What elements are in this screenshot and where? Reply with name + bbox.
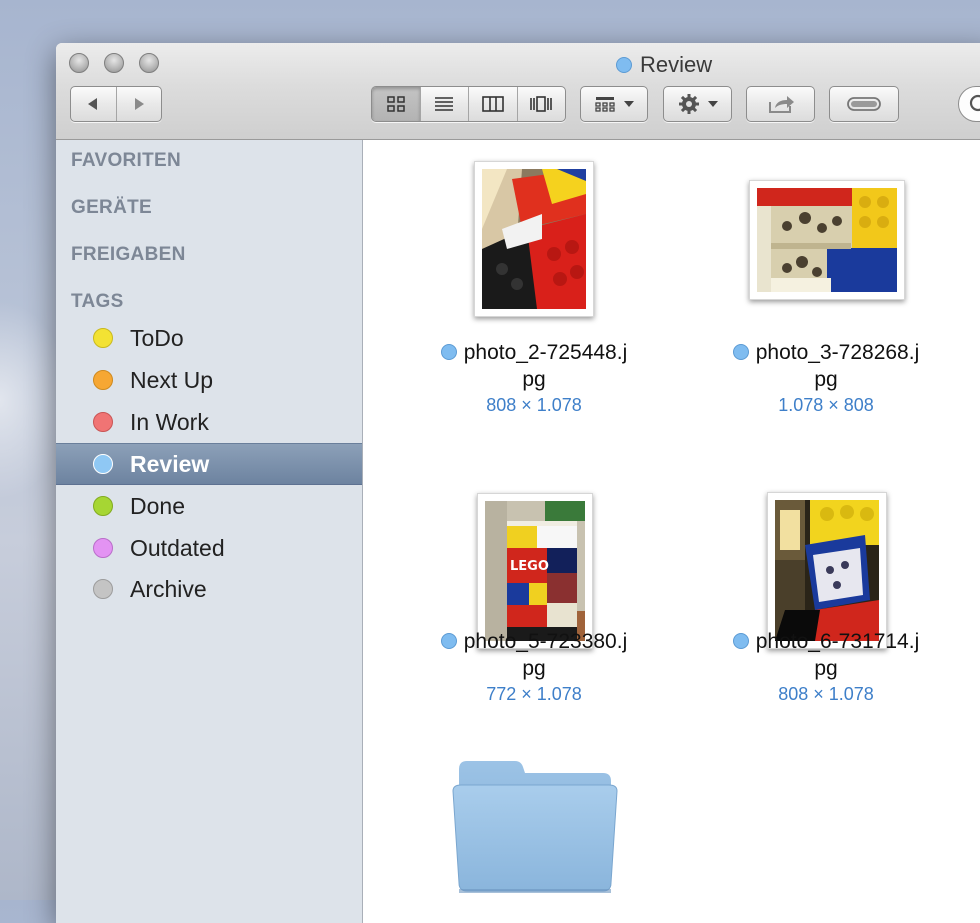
file-name-line2: pg (522, 368, 546, 391)
gray-tag-dot-icon (93, 579, 113, 599)
dropdown-arrow-icon (624, 101, 634, 107)
file-name-line1: photo_3-728268.j (755, 341, 920, 364)
red-tag-dot-icon (93, 412, 113, 432)
arrange-grid-icon (595, 97, 615, 112)
lego-door-image (775, 500, 879, 641)
search-field[interactable] (958, 86, 980, 122)
lego-wall-image (482, 169, 586, 309)
close-window-button[interactable] (69, 53, 89, 73)
photo-image (482, 169, 586, 309)
tag-dot-icon (732, 633, 749, 649)
sidebar-tag-label: Archive (130, 575, 207, 602)
sidebar-tag-label: ToDo (130, 324, 184, 351)
file-name-line2: pg (814, 368, 838, 391)
lego-logo-text: LEGO (510, 559, 549, 574)
triangle-right-icon (134, 98, 144, 110)
folder-item[interactable] (451, 759, 619, 894)
tag-dot-icon (616, 57, 632, 73)
icon-grid-icon (387, 96, 405, 112)
tag-dot-icon (440, 344, 457, 360)
photo-image (757, 188, 897, 292)
sidebar-tag-in-work[interactable]: In Work (56, 402, 362, 442)
sidebar-tag-todo[interactable]: ToDo (56, 318, 362, 358)
file-dimensions: 808 × 1.078 (778, 684, 874, 704)
columns-icon (481, 96, 504, 112)
coverflow-icon (530, 96, 553, 112)
section-favorites[interactable]: FAVORITEN (71, 150, 181, 172)
window-title: Review (616, 52, 712, 78)
forward-button[interactable] (115, 87, 162, 121)
green-tag-dot-icon (93, 496, 113, 516)
file-name[interactable]: photo_6-731714.j pg (696, 628, 956, 682)
tag-dot-icon (732, 344, 749, 360)
sidebar-tag-done[interactable]: Done (56, 486, 362, 526)
section-devices[interactable]: GERÄTE (71, 197, 152, 219)
sidebar-tag-label: Next Up (130, 366, 214, 393)
sidebar-tag-next-up[interactable]: Next Up (56, 360, 362, 400)
photo-thumbnail[interactable] (474, 161, 594, 317)
gear-icon (678, 94, 699, 114)
section-tags[interactable]: TAGS (71, 291, 124, 313)
blue-tag-dot-icon (93, 454, 113, 474)
icon-view-button[interactable] (372, 87, 420, 121)
coverflow-view-button[interactable] (516, 87, 566, 121)
photo-thumbnail[interactable]: LEGO (477, 493, 593, 649)
sidebar-tag-outdated[interactable]: Outdated (56, 528, 362, 568)
file-dimensions: 808 × 1.078 (486, 395, 582, 415)
file-name-line1: photo_5-723380.j (463, 630, 628, 653)
search-icon (969, 94, 980, 112)
sidebar-tag-label: Done (130, 492, 185, 519)
sidebar-tag-archive[interactable]: Archive (56, 569, 362, 609)
folder-icon (452, 761, 618, 893)
list-view-button[interactable] (419, 87, 469, 121)
zoom-window-button[interactable] (139, 53, 159, 73)
sidebar-tag-label: Review (130, 450, 210, 477)
share-button[interactable] (746, 86, 815, 122)
file-name[interactable]: photo_5-723380.j pg (404, 628, 664, 682)
file-dimensions: 1.078 × 808 (778, 395, 874, 415)
list-lines-icon (435, 97, 454, 111)
yellow-tag-dot-icon (93, 328, 113, 348)
view-mode-control (371, 86, 566, 122)
window-title-text: Review (640, 52, 713, 77)
photo-thumbnail[interactable] (749, 180, 905, 300)
section-shared[interactable]: FREIGABEN (71, 244, 186, 266)
lego-shelf-image (757, 188, 897, 292)
file-name-line2: pg (522, 657, 546, 680)
finder-window: Review FAVORITEN GERÄTE FREIGABEN TAGS T… (56, 43, 980, 923)
orange-tag-dot-icon (93, 370, 113, 390)
tag-dot-icon (440, 633, 457, 649)
triangle-left-icon (88, 98, 98, 110)
photo-thumbnail[interactable] (767, 492, 887, 649)
action-button[interactable] (663, 86, 732, 122)
lego-cabinet-image: LEGO (485, 501, 585, 641)
file-icon-grid: photo_2-725448.j pg 808 × 1.078 photo_3-… (363, 140, 980, 923)
minimize-window-button[interactable] (104, 53, 124, 73)
file-name[interactable]: photo_2-725448.j pg (404, 339, 664, 393)
back-button[interactable] (71, 87, 116, 121)
column-view-button[interactable] (468, 87, 517, 121)
photo-image: LEGO (485, 501, 585, 641)
sidebar: FAVORITEN GERÄTE FREIGABEN TAGS ToDo Nex… (56, 140, 363, 923)
edit-tags-button[interactable] (829, 86, 899, 122)
share-icon (768, 96, 794, 113)
purple-tag-dot-icon (93, 538, 113, 558)
file-name[interactable]: photo_3-728268.j pg (696, 339, 956, 393)
sidebar-tag-review[interactable]: Review (56, 443, 362, 485)
sidebar-tag-label: In Work (130, 408, 209, 435)
dropdown-arrow-icon (707, 101, 718, 107)
photo-image (775, 500, 879, 641)
file-name-line2: pg (814, 657, 838, 680)
file-dimensions: 772 × 1.078 (486, 684, 582, 704)
sidebar-tag-label: Outdated (130, 534, 225, 561)
file-name-line1: photo_6-731714.j (755, 630, 920, 653)
title-bar: Review (56, 43, 980, 140)
tag-pill-icon (847, 97, 881, 111)
file-name-line1: photo_2-725448.j (463, 341, 628, 364)
arrange-button[interactable] (580, 86, 648, 122)
back-forward-control (70, 86, 162, 122)
